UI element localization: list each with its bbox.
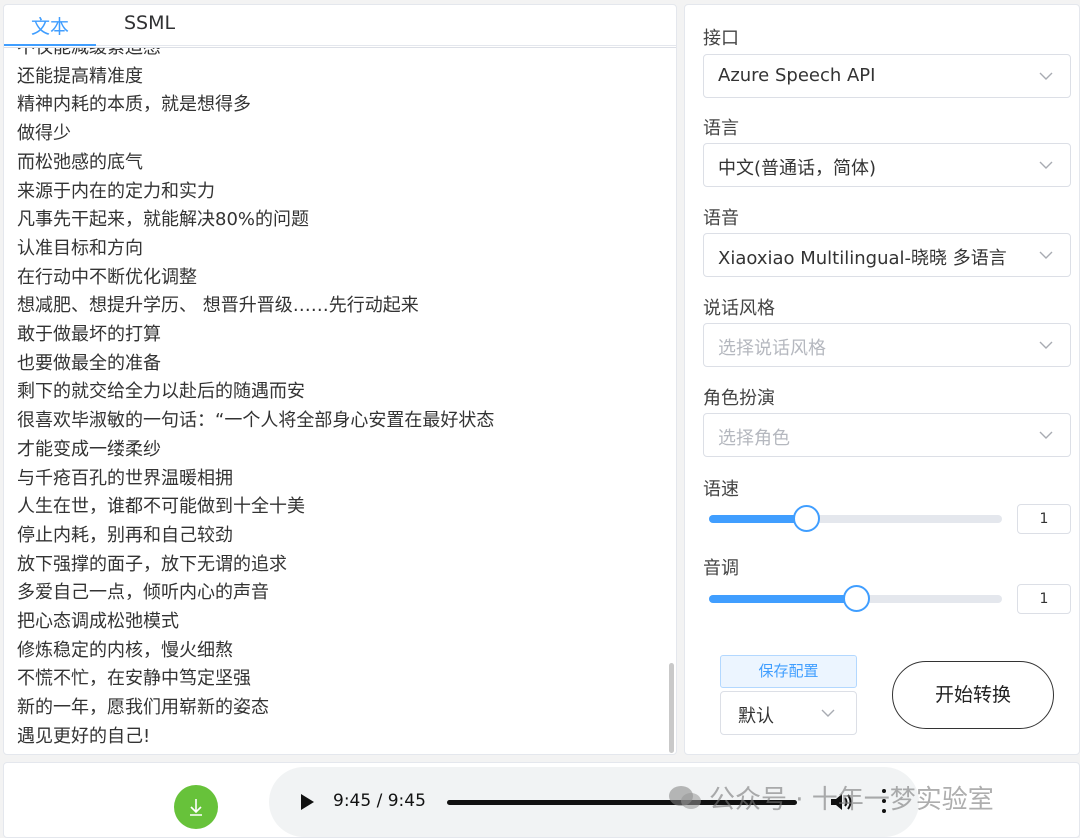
text-line: 新的一年，愿我们用崭新的姿态 bbox=[17, 697, 269, 719]
text-line: 人生在世，谁都不可能做到十全十美 bbox=[17, 496, 305, 518]
text-editor-panel: 文本 SSML 不仅能减缓紧迫感还能提高精准度精神内耗的本质，就是想得多 做得少而… bbox=[3, 4, 677, 755]
text-line: 不仅能减缓紧迫感 bbox=[17, 47, 161, 58]
watermark-text: 公众号 · 十年一梦实验室 bbox=[709, 785, 994, 815]
text-input-area[interactable]: 不仅能减缓紧迫感还能提高精准度精神内耗的本质，就是想得多 做得少而松弛感的底气来源… bbox=[4, 47, 676, 754]
chevron-down-icon bbox=[1039, 251, 1053, 259]
text-line: 不慌不忙，在安静中笃定坚强 bbox=[17, 668, 251, 690]
role-placeholder: 选择角色 bbox=[718, 428, 790, 449]
rate-input[interactable]: 1 bbox=[1017, 504, 1071, 534]
chevron-down-icon bbox=[1039, 72, 1053, 80]
preset-value: 默认 bbox=[738, 706, 774, 727]
text-line: 精神内耗的本质，就是想得多 bbox=[17, 94, 251, 116]
language-label: 语言 bbox=[703, 118, 739, 139]
voice-label: 语音 bbox=[703, 208, 739, 229]
interface-select[interactable]: Azure Speech API bbox=[703, 54, 1071, 98]
voice-select[interactable]: Xiaoxiao Multilingual-晓晓 多语言 bbox=[703, 233, 1071, 277]
rate-slider[interactable] bbox=[709, 505, 1002, 532]
text-line: 把心态调成松弛模式 bbox=[17, 611, 179, 633]
rate-label: 语速 bbox=[703, 479, 739, 500]
pitch-slider-fill bbox=[709, 595, 856, 603]
style-placeholder: 选择说话风格 bbox=[718, 338, 826, 359]
tab-text[interactable]: 文本 bbox=[31, 12, 69, 39]
audio-bar: 9:45 / 9:45 公众号 · 十年一梦实验室 bbox=[3, 762, 1080, 838]
save-config-button[interactable]: 保存配置 bbox=[720, 655, 857, 688]
scrollbar-thumb[interactable] bbox=[669, 663, 674, 753]
text-line: 剩下的就交给全力以赴后的随遇而安 bbox=[17, 381, 305, 403]
wechat-icon bbox=[669, 786, 701, 809]
text-line: 修炼稳定的内核，慢火细熬 bbox=[17, 639, 233, 661]
pitch-slider-thumb[interactable] bbox=[842, 585, 870, 612]
settings-panel: 接口 Azure Speech API 语言 中文(普通话，简体) 语音 Xia… bbox=[684, 4, 1080, 755]
tab-ssml[interactable]: SSML bbox=[124, 12, 175, 34]
text-line: 凡事先干起来，就能解决80%的问题 bbox=[17, 209, 310, 231]
text-line: 而松弛感的底气 bbox=[17, 151, 143, 173]
text-line: 认准目标和方向 bbox=[17, 237, 143, 259]
text-line: 还能提高精准度 bbox=[17, 65, 143, 87]
rate-slider-thumb[interactable] bbox=[792, 505, 820, 532]
text-line: 来源于内在的定力和实力 bbox=[17, 180, 215, 202]
playback-time: 9:45 / 9:45 bbox=[333, 791, 426, 811]
text-line: 与千疮百孔的世界温暖相拥 bbox=[17, 467, 233, 489]
start-convert-button[interactable]: 开始转换 bbox=[892, 661, 1054, 729]
chevron-down-icon bbox=[1039, 431, 1053, 439]
rate-slider-fill bbox=[709, 515, 806, 523]
text-line: 放下强撑的面子，放下无谓的追求 bbox=[17, 553, 287, 575]
tab-bar: 文本 SSML bbox=[4, 5, 676, 46]
pitch-label: 音调 bbox=[703, 558, 739, 579]
language-select[interactable]: 中文(普通话，简体) bbox=[703, 143, 1071, 187]
text-line: 才能变成一缕柔纱 bbox=[17, 438, 161, 460]
style-label: 说话风格 bbox=[703, 298, 775, 319]
pitch-input[interactable]: 1 bbox=[1017, 584, 1071, 614]
download-icon bbox=[190, 799, 202, 816]
watermark: 公众号 · 十年一梦实验室 bbox=[667, 779, 994, 816]
style-select[interactable]: 选择说话风格 bbox=[703, 323, 1071, 367]
text-line: 停止内耗，别再和自己较劲 bbox=[17, 524, 233, 546]
text-line: 敢于做最坏的打算 bbox=[17, 324, 161, 346]
role-select[interactable]: 选择角色 bbox=[703, 413, 1071, 457]
language-value: 中文(普通话，简体) bbox=[718, 158, 877, 179]
preset-select[interactable]: 默认 bbox=[720, 691, 857, 735]
voice-value: Xiaoxiao Multilingual-晓晓 多语言 bbox=[718, 248, 1007, 269]
text-line: 多爱自己一点，倾听内心的声音 bbox=[17, 582, 269, 604]
play-icon[interactable] bbox=[301, 794, 314, 810]
text-line: 也要做最全的准备 bbox=[17, 352, 161, 374]
download-button[interactable] bbox=[174, 785, 218, 829]
chevron-down-icon bbox=[1039, 161, 1053, 169]
interface-label: 接口 bbox=[703, 28, 739, 49]
text-line: 想减肥、想提升学历、 想晋升晋级……先行动起来 bbox=[17, 295, 419, 317]
text-line: 遇见更好的自己! bbox=[17, 725, 151, 747]
text-line: 很喜欢毕淑敏的一句话：“一个人将全部身心安置在最好状态 bbox=[17, 410, 495, 432]
text-line: 做得少 bbox=[17, 123, 71, 145]
active-tab-indicator bbox=[4, 44, 96, 46]
chevron-down-icon bbox=[1039, 341, 1053, 349]
chevron-down-icon bbox=[821, 709, 835, 717]
pitch-slider[interactable] bbox=[709, 585, 1002, 612]
interface-value: Azure Speech API bbox=[718, 65, 876, 86]
role-label: 角色扮演 bbox=[703, 388, 775, 409]
text-content: 不仅能减缓紧迫感还能提高精准度精神内耗的本质，就是想得多 做得少而松弛感的底气来源… bbox=[17, 47, 495, 752]
text-line: 在行动中不断优化调整 bbox=[17, 266, 197, 288]
